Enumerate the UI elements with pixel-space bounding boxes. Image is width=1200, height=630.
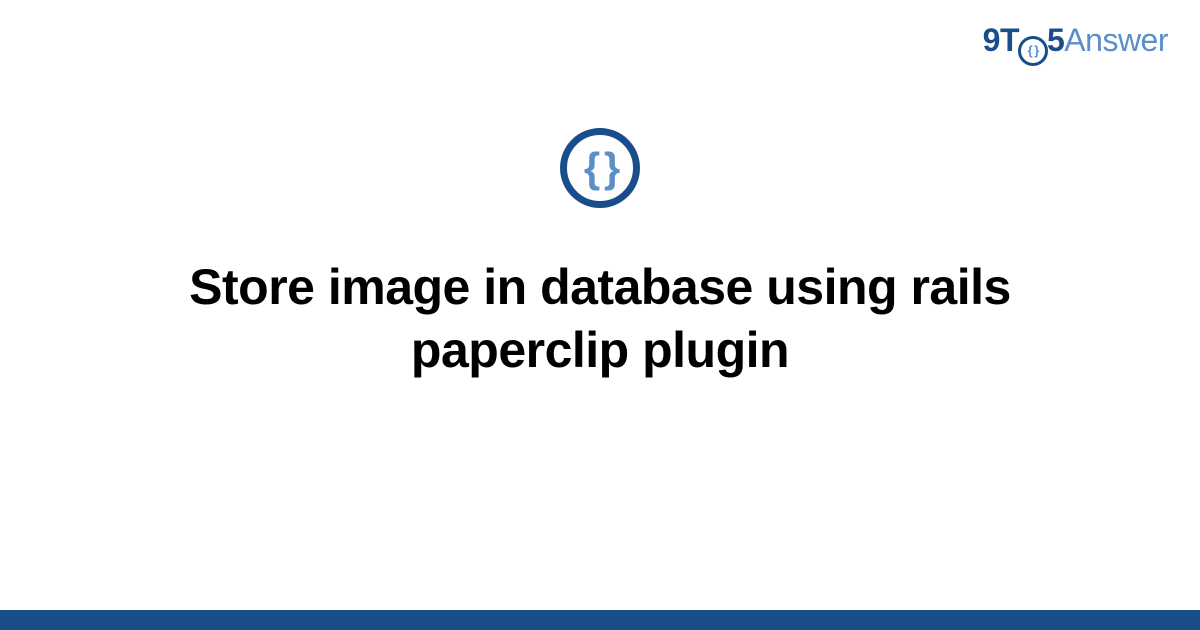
logo-text-answer: Answer bbox=[1064, 22, 1168, 58]
main-content: { } Store image in database using rails … bbox=[0, 128, 1200, 381]
site-header: 9T { } 5Answer bbox=[983, 22, 1168, 66]
code-badge-icon: { } bbox=[560, 128, 640, 208]
question-title: Store image in database using rails pape… bbox=[100, 256, 1100, 381]
braces-icon: { } bbox=[584, 147, 616, 189]
site-logo[interactable]: 9T { } 5Answer bbox=[983, 22, 1168, 66]
logo-o-ring: { } bbox=[1018, 36, 1048, 66]
logo-text-9t: 9T bbox=[983, 22, 1019, 58]
logo-braces-icon: { } bbox=[1028, 44, 1039, 57]
footer-accent-bar bbox=[0, 610, 1200, 630]
logo-text-5: 5 bbox=[1047, 22, 1064, 58]
